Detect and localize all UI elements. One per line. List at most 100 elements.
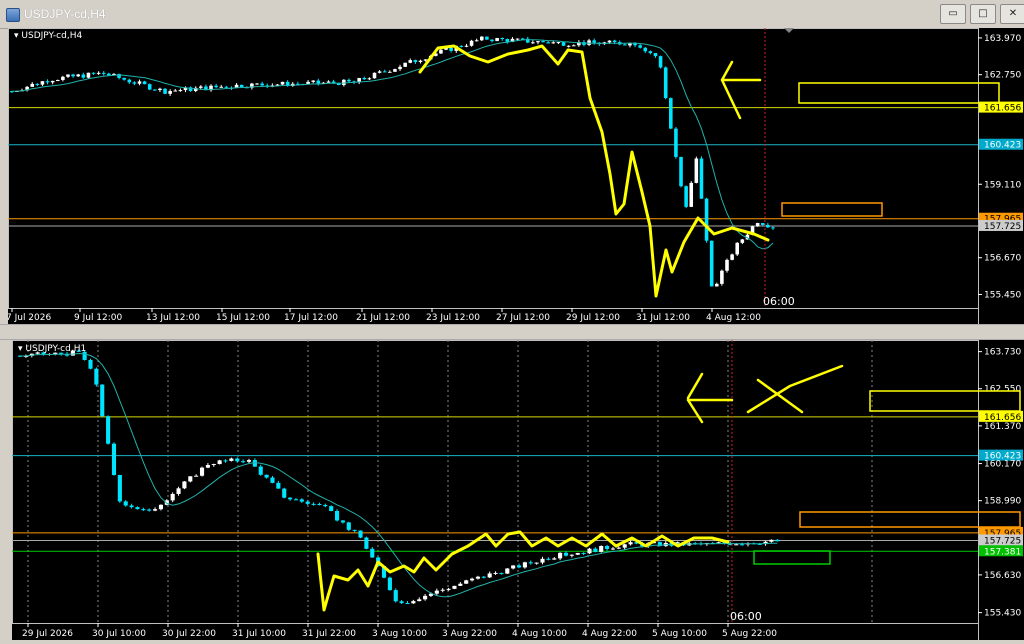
candle (370, 548, 375, 558)
candle (515, 38, 520, 40)
time-tick-label: 4 Aug 12:00 (706, 313, 761, 323)
candle (323, 505, 328, 507)
candle (556, 42, 561, 44)
candle (730, 254, 734, 260)
price-tick-label: 156.630 (984, 571, 1021, 581)
candle (219, 86, 224, 88)
candle (382, 71, 387, 73)
candle (571, 45, 576, 47)
orange-zone-box (781, 202, 883, 217)
candle (316, 80, 321, 84)
price-chart-h4[interactable]: 06:00 163.970 162.750 161.656 160.423 159.110… (6, 28, 1024, 324)
candle (458, 583, 463, 586)
candle (607, 40, 612, 43)
time-tick-label: 30 Jul 22:00 (162, 629, 216, 639)
candle (35, 83, 40, 85)
candle (280, 81, 285, 85)
candle (270, 477, 275, 483)
candle (346, 522, 351, 530)
candle (566, 45, 571, 47)
candle (66, 74, 70, 77)
candle (569, 554, 574, 556)
orange-zone-box (799, 511, 1021, 528)
candle (96, 72, 101, 74)
candle (61, 76, 65, 80)
minimize-button[interactable]: ▭ (940, 4, 966, 24)
candle (735, 242, 740, 255)
candle (616, 547, 621, 549)
candle (372, 72, 377, 79)
price-tick-label: 161.656 (984, 104, 1021, 114)
candle (393, 590, 398, 602)
candle (276, 482, 281, 489)
candle (610, 548, 616, 550)
candle (377, 71, 382, 73)
candle (469, 40, 474, 46)
candle (170, 493, 175, 501)
candle (663, 67, 668, 99)
candle (241, 461, 246, 463)
candle (30, 83, 35, 87)
restore-button[interactable]: □ (970, 4, 996, 24)
price-tick-label: 155.430 (984, 609, 1021, 619)
candle (153, 89, 157, 91)
candle (326, 81, 331, 83)
candle (511, 565, 516, 569)
candle (387, 577, 392, 591)
chart-pane-h4[interactable]: 06:00 163.970 162.750 161.656 160.423 159.110… (6, 28, 1024, 324)
price-chart-h1[interactable]: 06:00163.730162.550161.656161.370160.423… (12, 340, 1024, 640)
candle (239, 84, 244, 88)
price-tick-label: 160.423 (984, 141, 1021, 151)
candle (479, 36, 484, 41)
candle (734, 544, 739, 546)
candle (214, 85, 218, 88)
price-tick-label: 157.725 (984, 536, 1021, 546)
candle (658, 56, 663, 68)
candle (481, 576, 486, 578)
price-tick-label: 163.730 (984, 348, 1021, 358)
chart-pane-h1[interactable]: 06:00 163.730 162.550 161.656 161.370 160.423… (12, 340, 1024, 640)
candle (76, 74, 80, 77)
candle (771, 227, 775, 229)
candle (699, 158, 704, 199)
candle (81, 74, 86, 78)
close-button[interactable]: ✕ (1000, 4, 1024, 24)
window-titlebar: USDJPY-cd,H4 ▭ □ ✕ (0, 0, 1024, 29)
cursor-time-label: 06:00 (730, 610, 762, 623)
candle (173, 90, 178, 92)
candle (211, 464, 216, 466)
time-tick-label: 31 Jul 22:00 (302, 629, 356, 639)
candle (347, 79, 351, 82)
candle (311, 80, 315, 82)
candle (362, 77, 367, 80)
candle (141, 509, 146, 511)
candle (398, 66, 402, 70)
candle (563, 552, 569, 556)
candle (669, 98, 673, 129)
candle (622, 544, 627, 548)
candle (403, 62, 407, 67)
time-tick-label: 27 Jul 12:00 (496, 313, 550, 323)
price-tick-label: 156.670 (984, 254, 1021, 264)
candle (288, 497, 293, 500)
arrow-drawing (686, 372, 734, 424)
shift-marker-icon (784, 28, 794, 33)
time-tick-label: 13 Jul 12:00 (146, 313, 200, 323)
candle (127, 79, 132, 83)
candle (199, 86, 203, 88)
candle (648, 51, 653, 54)
green-zone-box (753, 550, 831, 565)
candle (258, 466, 263, 475)
candle (158, 504, 163, 510)
candle (205, 465, 210, 468)
candle (653, 53, 658, 57)
price-tick-label: 160.170 (984, 460, 1021, 470)
candle (766, 224, 770, 228)
candle (694, 158, 699, 183)
candle (775, 539, 780, 542)
arrow-drawing (720, 60, 762, 120)
candle (405, 603, 410, 605)
pane-separator[interactable] (0, 324, 1024, 340)
candle (755, 223, 760, 227)
candle (464, 580, 469, 584)
